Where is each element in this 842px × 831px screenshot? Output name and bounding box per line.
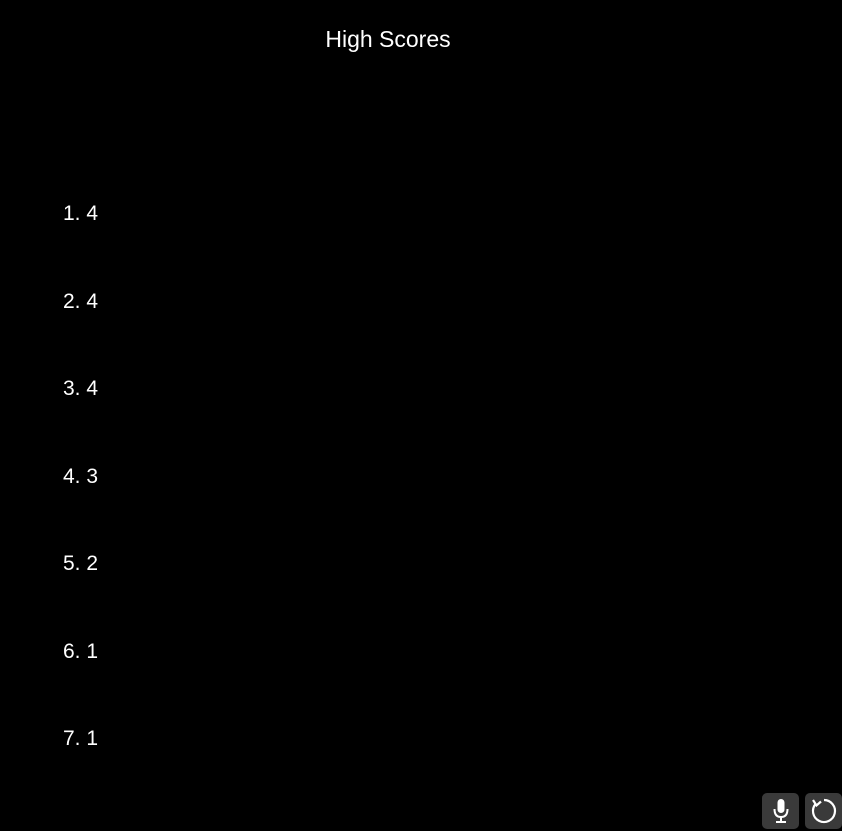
score-rank: 7. bbox=[63, 727, 81, 750]
microphone-button[interactable] bbox=[762, 793, 799, 829]
score-value: 1 bbox=[86, 727, 99, 750]
score-value: 1 bbox=[86, 639, 99, 663]
score-rank: 3. bbox=[63, 377, 81, 400]
corner-controls bbox=[762, 793, 842, 829]
score-value: 4 bbox=[86, 202, 99, 225]
score-value: 3 bbox=[86, 464, 99, 488]
score-row: 5. 2 bbox=[63, 550, 98, 638]
score-rank: 5. bbox=[63, 552, 81, 575]
score-value: 2 bbox=[86, 552, 99, 575]
microphone-icon bbox=[773, 799, 788, 823]
score-row: 2. 4 bbox=[63, 288, 98, 376]
score-rank: 1. bbox=[63, 202, 81, 225]
score-row: 1. 4 bbox=[63, 200, 98, 288]
page-title: High Scores bbox=[325, 26, 451, 52]
score-row: 6. 1 bbox=[63, 638, 98, 726]
score-rank: 6. bbox=[63, 639, 81, 663]
score-rank: 2. bbox=[63, 289, 81, 313]
refresh-icon bbox=[811, 798, 836, 824]
score-value: 4 bbox=[86, 289, 99, 313]
score-row: 3. 4 bbox=[63, 375, 98, 463]
score-rank: 4. bbox=[63, 464, 81, 488]
high-score-list: 1. 4 2. 4 3. 4 4. 3 5. 2 6. 1 7. 1 bbox=[63, 200, 98, 813]
score-value: 4 bbox=[86, 377, 99, 400]
score-row: 4. 3 bbox=[63, 463, 98, 551]
score-row: 7. 1 bbox=[63, 725, 98, 813]
refresh-button[interactable] bbox=[805, 793, 842, 829]
